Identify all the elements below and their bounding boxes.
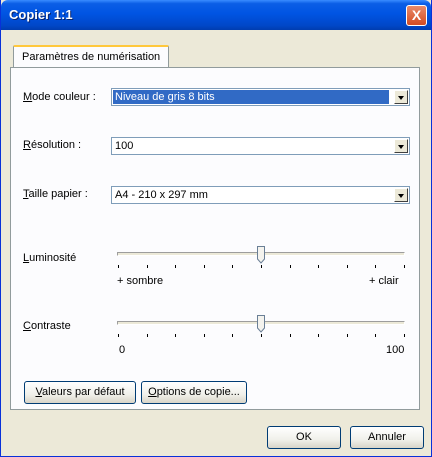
- slider-tick: [232, 265, 233, 268]
- slider-tick: [375, 265, 376, 268]
- close-icon: X: [411, 7, 422, 23]
- color-mode-select[interactable]: Niveau de gris 8 bits: [111, 88, 410, 106]
- brightness-min-label: + sombre: [117, 275, 164, 287]
- slider-tick: [175, 334, 176, 337]
- slider-tick: [118, 334, 119, 337]
- slider-tick: [290, 334, 291, 337]
- scan-settings-panel: Mode couleur : Niveau de gris 8 bits Rés…: [10, 67, 420, 410]
- slider-tick: [261, 265, 262, 268]
- slider-tick: [318, 265, 319, 268]
- slider-tick: [204, 334, 205, 337]
- slider-tick: [404, 334, 405, 337]
- copy-options-button[interactable]: Options de copie...: [141, 381, 247, 404]
- copy-dialog: Copier 1:1 X Paramètres de numérisation …: [0, 0, 432, 457]
- slider-tick: [375, 334, 376, 337]
- slider-tick: [204, 265, 205, 268]
- brightness-max-label: + clair: [369, 275, 399, 287]
- slider-tick: [261, 334, 262, 337]
- contrast-slider-thumb[interactable]: [257, 315, 265, 333]
- slider-tick: [290, 265, 291, 268]
- window-title: Copier 1:1: [9, 7, 73, 22]
- brightness-label: Luminosité: [23, 252, 77, 264]
- slider-tick: [318, 334, 319, 337]
- slider-tick: [347, 334, 348, 337]
- slider-tick: [175, 265, 176, 268]
- paper-size-select[interactable]: A4 - 210 x 297 mm: [111, 186, 410, 204]
- color-mode-value: Niveau de gris 8 bits: [113, 90, 389, 104]
- chevron-down-icon[interactable]: [394, 188, 408, 202]
- chevron-down-icon[interactable]: [394, 139, 408, 153]
- color-mode-label: Mode couleur :: [23, 91, 96, 103]
- tab-scan-settings[interactable]: Paramètres de numérisation: [13, 45, 170, 67]
- contrast-label: Contraste: [23, 320, 71, 332]
- cancel-button[interactable]: Annuler: [350, 426, 424, 449]
- slider-tick: [232, 334, 233, 337]
- slider-tick: [118, 265, 119, 268]
- ok-button[interactable]: OK: [267, 426, 341, 449]
- chevron-down-icon[interactable]: [394, 90, 408, 104]
- contrast-min-label: 0: [119, 344, 126, 356]
- brightness-slider-thumb[interactable]: [257, 246, 265, 264]
- title-bar[interactable]: Copier 1:1 X: [1, 0, 431, 30]
- resolution-label: Résolution :: [23, 139, 82, 151]
- contrast-max-label: 100: [386, 344, 405, 356]
- paper-size-label: Taille papier :: [23, 188, 88, 200]
- slider-tick: [147, 334, 148, 337]
- slider-tick: [147, 265, 148, 268]
- defaults-button[interactable]: Valeurs par défaut: [24, 381, 136, 404]
- resolution-value: 100: [115, 140, 134, 152]
- paper-size-value: A4 - 210 x 297 mm: [115, 189, 208, 201]
- close-button[interactable]: X: [406, 5, 427, 26]
- slider-tick: [404, 265, 405, 268]
- slider-tick: [347, 265, 348, 268]
- resolution-select[interactable]: 100: [111, 137, 410, 155]
